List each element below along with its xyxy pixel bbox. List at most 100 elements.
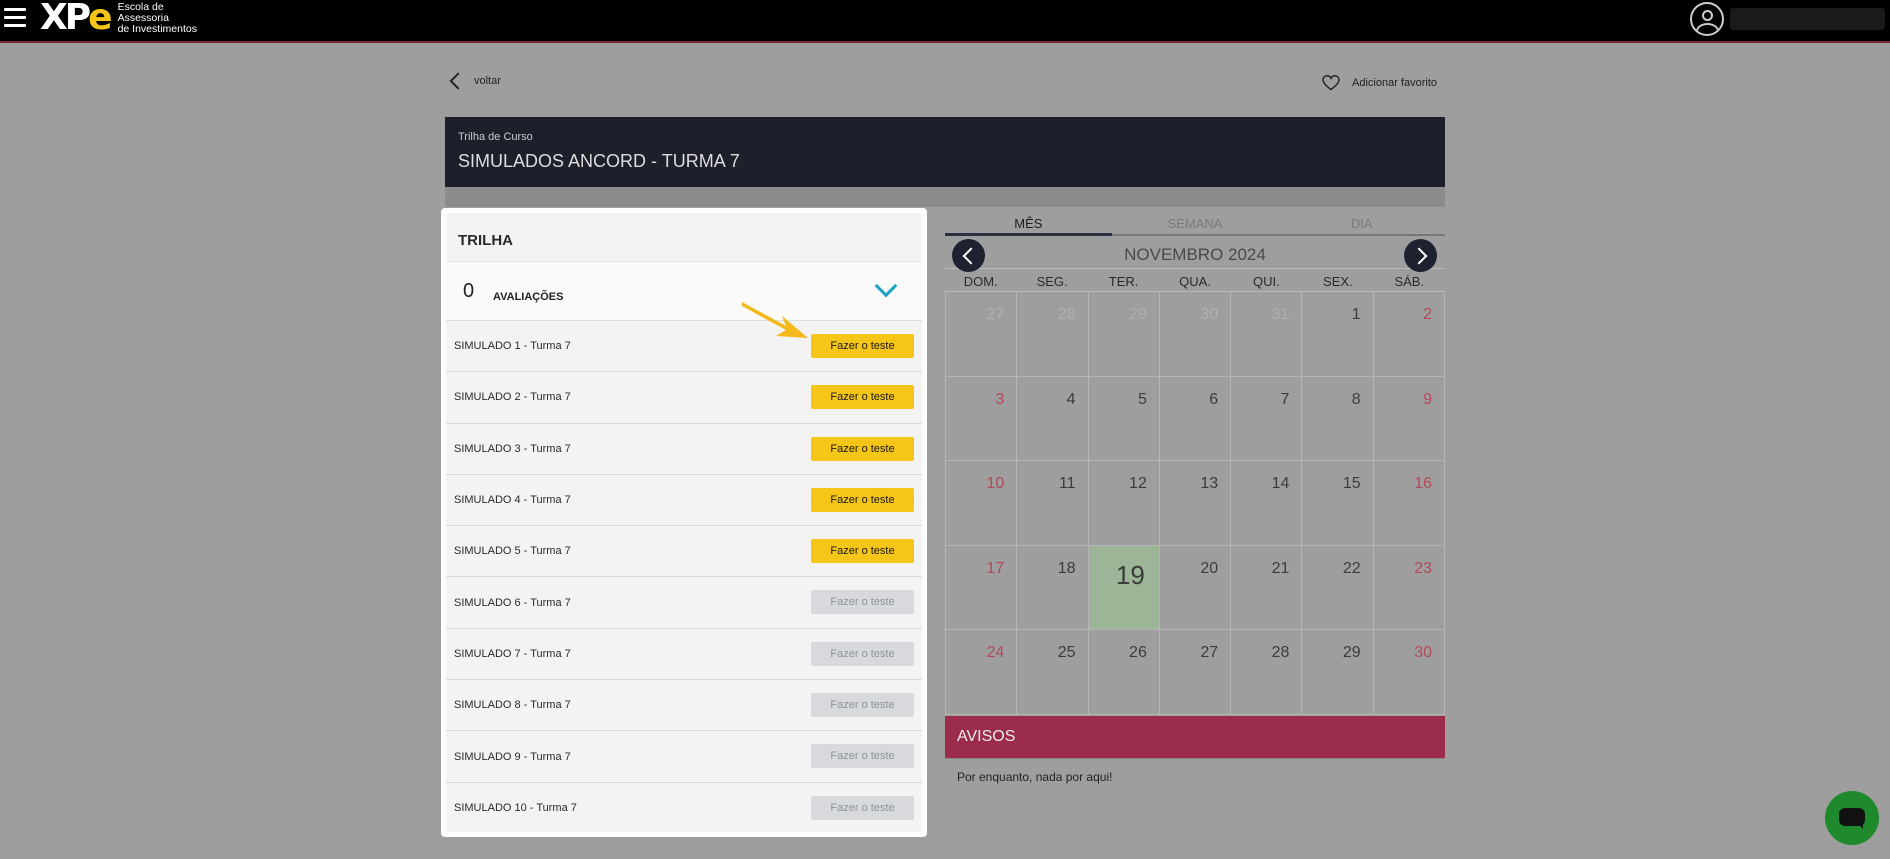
simulado-name: SIMULADO 3 - Turma 7 bbox=[454, 442, 571, 455]
simulado-row: SIMULADO 1 - Turma 7 Fazer o teste bbox=[446, 321, 922, 373]
calendar: MÊS SEMANA DIA NOVEMBRO 2024 DOM. SEG. TER. Q… bbox=[945, 208, 1445, 715]
calendar-day[interactable]: 14 bbox=[1231, 461, 1303, 546]
simulado-name: SIMULADO 9 - Turma 7 bbox=[454, 750, 571, 763]
simulado-row: SIMULADO 10 - Turma 7 Fazer o teste bbox=[446, 783, 922, 832]
simulado-row: SIMULADO 9 - Turma 7 Fazer o teste bbox=[446, 731, 922, 783]
logo[interactable]: XPe Escola de Assessoria de Investimento… bbox=[40, 0, 197, 36]
fazer-teste-button[interactable]: Fazer o teste bbox=[811, 334, 914, 358]
calendar-day[interactable]: 26 bbox=[1088, 630, 1160, 715]
back-link[interactable]: voltar bbox=[449, 72, 501, 90]
simulado-row: SIMULADO 2 - Turma 7 Fazer o teste bbox=[446, 372, 922, 424]
calendar-day[interactable]: 9 bbox=[1373, 376, 1445, 461]
menu-icon[interactable] bbox=[4, 8, 26, 28]
next-month-button[interactable] bbox=[1404, 239, 1437, 272]
fazer-teste-button[interactable]: Fazer o teste bbox=[811, 744, 914, 769]
fazer-teste-button[interactable]: Fazer o teste bbox=[811, 385, 914, 410]
calendar-day[interactable]: 7 bbox=[1231, 376, 1303, 461]
calendar-day[interactable]: 28 bbox=[1231, 630, 1303, 715]
favorite-label: Adicionar favorito bbox=[1352, 77, 1437, 89]
simulado-name: SIMULADO 1 - Turma 7 bbox=[454, 340, 571, 353]
calendar-day[interactable]: 27 bbox=[946, 292, 1018, 377]
pointer-arrow-icon bbox=[742, 302, 808, 338]
calendar-day[interactable]: 6 bbox=[1159, 376, 1232, 461]
simulado-name: SIMULADO 2 - Turma 7 bbox=[454, 391, 571, 404]
avaliacoes-count: 0 bbox=[463, 280, 475, 302]
calendar-day[interactable]: 2 bbox=[1373, 292, 1445, 377]
avaliacoes-header[interactable]: 0 AVALIAÇÕES bbox=[446, 261, 922, 321]
logo-subtitle: Escola de Assessoria de Investimentos bbox=[117, 0, 197, 35]
fazer-teste-button[interactable]: Fazer o teste bbox=[811, 795, 914, 820]
calendar-day[interactable]: 23 bbox=[1373, 545, 1445, 630]
calendar-day[interactable]: 5 bbox=[1088, 376, 1160, 461]
calendar-day[interactable]: 4 bbox=[1017, 376, 1089, 461]
calendar-day[interactable]: 18 bbox=[1017, 545, 1089, 630]
fazer-teste-button[interactable]: Fazer o teste bbox=[811, 641, 914, 666]
simulado-name: SIMULADO 7 - Turma 7 bbox=[454, 647, 571, 660]
simulado-row: SIMULADO 4 - Turma 7 Fazer o teste bbox=[446, 475, 922, 527]
avisos-header: AVISOS bbox=[945, 716, 1445, 758]
course-banner: Trilha de Curso SIMULADOS ANCORD - TURMA… bbox=[445, 117, 1445, 187]
fazer-teste-button[interactable]: Fazer o teste bbox=[811, 436, 914, 461]
calendar-day[interactable]: 13 bbox=[1159, 461, 1232, 546]
simulado-name: SIMULADO 4 - Turma 7 bbox=[454, 494, 571, 507]
weekday-label: TER. bbox=[1108, 274, 1139, 289]
user-name-redacted[interactable] bbox=[1730, 8, 1885, 30]
calendar-day[interactable]: 17 bbox=[946, 545, 1018, 630]
calendar-day[interactable]: 22 bbox=[1302, 545, 1374, 630]
simulado-list: SIMULADO 1 - Turma 7 Fazer o teste SIMULAD… bbox=[446, 321, 922, 832]
course-subtitle: Trilha de Curso bbox=[458, 131, 533, 143]
calendar-day[interactable]: 3 bbox=[946, 376, 1018, 461]
fazer-teste-button[interactable]: Fazer o teste bbox=[811, 487, 914, 512]
calendar-nav: NOVEMBRO 2024 bbox=[945, 236, 1445, 272]
day-grid: 27 28 29 30 31 1 2 3 4 5 6 7 8 9 10 11 12 13 14 15 16 17 18 19 2… bbox=[945, 292, 1445, 715]
weekday-header: DOM. SEG. TER. QUA. QUI. SEX. SÁB. bbox=[945, 268, 1445, 292]
chat-button[interactable] bbox=[1825, 791, 1879, 845]
user-avatar-icon[interactable] bbox=[1690, 2, 1724, 36]
calendar-day[interactable]: 30 bbox=[1159, 292, 1232, 377]
calendar-day[interactable]: 10 bbox=[946, 461, 1018, 546]
logo-mark: XPe bbox=[40, 0, 113, 38]
calendar-day[interactable]: 24 bbox=[946, 630, 1018, 715]
fazer-teste-button[interactable]: Fazer o teste bbox=[811, 693, 914, 718]
calendar-day[interactable]: 16 bbox=[1373, 461, 1445, 546]
fazer-teste-button[interactable]: Fazer o teste bbox=[811, 539, 914, 564]
calendar-day[interactable]: 25 bbox=[1017, 630, 1089, 715]
chevron-down-icon[interactable] bbox=[874, 274, 898, 298]
course-title: SIMULADOS ANCORD - TURMA 7 bbox=[458, 151, 740, 171]
banner-strip bbox=[445, 187, 1445, 207]
simulado-name: SIMULADO 10 - Turma 7 bbox=[454, 801, 577, 814]
weekday-label: SÁB. bbox=[1394, 274, 1425, 289]
weekday-label: SEG. bbox=[1036, 274, 1068, 289]
fazer-teste-button[interactable]: Fazer o teste bbox=[811, 590, 914, 615]
calendar-day-today[interactable]: 19 bbox=[1088, 545, 1160, 630]
calendar-day[interactable]: 21 bbox=[1231, 545, 1303, 630]
calendar-day[interactable]: 30 bbox=[1373, 630, 1445, 715]
calendar-day[interactable]: 11 bbox=[1017, 461, 1089, 546]
calendar-day[interactable]: 20 bbox=[1159, 545, 1232, 630]
calendar-day[interactable]: 1 bbox=[1302, 292, 1374, 377]
calendar-day[interactable]: 12 bbox=[1088, 461, 1160, 546]
tab-week[interactable]: SEMANA bbox=[1112, 208, 1279, 234]
avisos-message: Por enquanto, nada por aqui! bbox=[945, 758, 1445, 796]
calendar-day[interactable]: 27 bbox=[1159, 630, 1232, 715]
chevron-left-icon bbox=[449, 72, 467, 90]
tab-day[interactable]: DIA bbox=[1278, 208, 1445, 234]
calendar-day[interactable]: 28 bbox=[1017, 292, 1089, 377]
tab-month[interactable]: MÊS bbox=[945, 208, 1112, 236]
simulado-row: SIMULADO 5 - Turma 7 Fazer o teste bbox=[446, 526, 922, 578]
calendar-day[interactable]: 31 bbox=[1231, 292, 1303, 377]
calendar-day[interactable]: 29 bbox=[1088, 292, 1160, 377]
simulado-row: SIMULADO 8 - Turma 7 Fazer o teste bbox=[446, 680, 922, 732]
calendar-day[interactable]: 29 bbox=[1302, 630, 1374, 715]
simulado-row: SIMULADO 3 - Turma 7 Fazer o teste bbox=[446, 424, 922, 475]
top-bar: XPe Escola de Assessoria de Investimento… bbox=[0, 0, 1890, 43]
calendar-day[interactable]: 8 bbox=[1302, 376, 1374, 461]
simulado-name: SIMULADO 5 - Turma 7 bbox=[454, 545, 571, 558]
favorite-button[interactable]: Adicionar favorito bbox=[1322, 75, 1437, 91]
avaliacoes-label: AVALIAÇÕES bbox=[493, 291, 564, 303]
weekday-label: QUA. bbox=[1179, 274, 1211, 289]
heart-icon bbox=[1322, 75, 1340, 91]
weekday-label: QUI. bbox=[1253, 274, 1280, 289]
month-label: NOVEMBRO 2024 bbox=[1124, 245, 1266, 264]
calendar-day[interactable]: 15 bbox=[1302, 461, 1374, 546]
